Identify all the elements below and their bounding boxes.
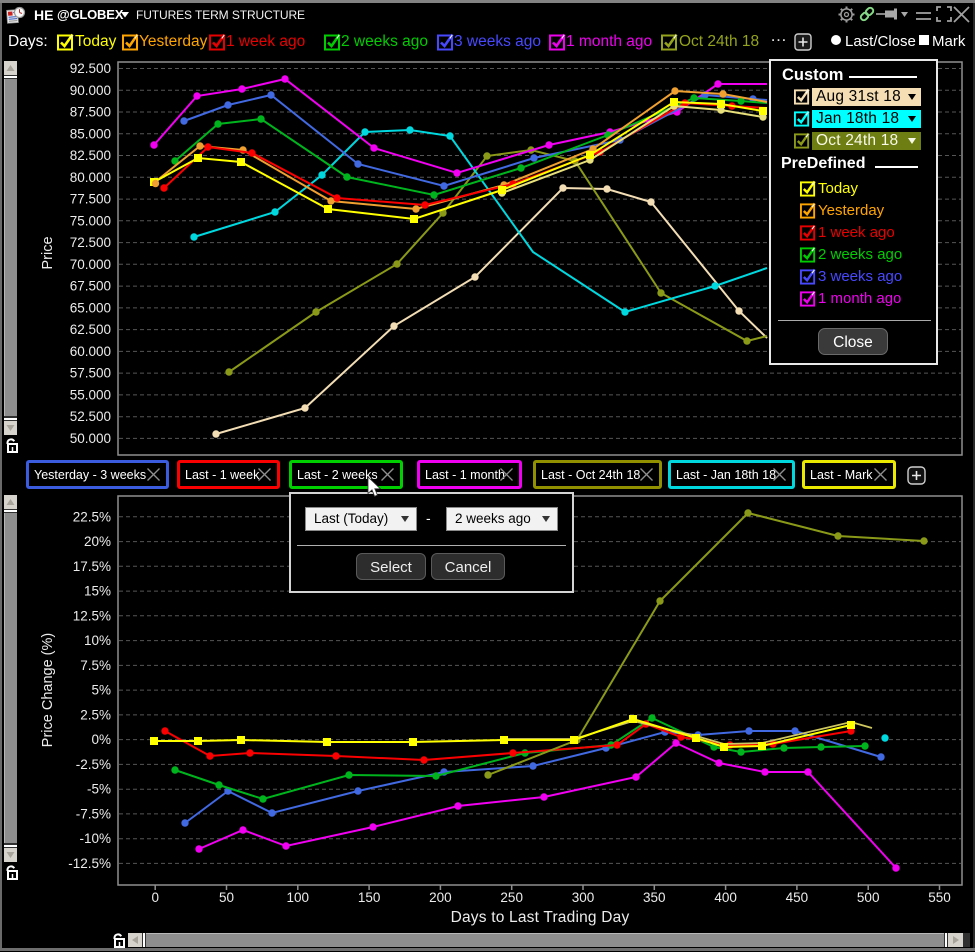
svg-text:Price: Price xyxy=(40,236,56,269)
svg-text:72.500: 72.500 xyxy=(70,235,111,250)
svg-text:65.000: 65.000 xyxy=(70,300,111,315)
svg-text:2.5%: 2.5% xyxy=(80,707,111,722)
svg-text:67.500: 67.500 xyxy=(70,279,111,294)
svg-text:350: 350 xyxy=(643,890,666,905)
svg-text:300: 300 xyxy=(572,890,595,905)
svg-text:5%: 5% xyxy=(91,683,111,698)
svg-text:90.000: 90.000 xyxy=(70,83,111,98)
svg-text:52.500: 52.500 xyxy=(70,409,111,424)
svg-text:-12.5%: -12.5% xyxy=(68,856,111,871)
svg-text:57.500: 57.500 xyxy=(70,366,111,381)
svg-text:15%: 15% xyxy=(84,584,111,599)
svg-text:12.5%: 12.5% xyxy=(73,608,111,623)
svg-text:62.500: 62.500 xyxy=(70,322,111,337)
svg-text:450: 450 xyxy=(786,890,809,905)
svg-text:60.000: 60.000 xyxy=(70,344,111,359)
svg-text:Price Change (%): Price Change (%) xyxy=(40,633,56,747)
svg-text:-7.5%: -7.5% xyxy=(76,806,111,821)
svg-text:0%: 0% xyxy=(91,732,111,747)
svg-text:7.5%: 7.5% xyxy=(80,658,111,673)
svg-text:100: 100 xyxy=(287,890,310,905)
svg-text:92.500: 92.500 xyxy=(70,61,111,76)
svg-text:200: 200 xyxy=(429,890,452,905)
svg-text:50.000: 50.000 xyxy=(70,431,111,446)
svg-text:400: 400 xyxy=(714,890,737,905)
svg-text:0: 0 xyxy=(151,890,159,905)
svg-text:Days to Last Trading Day: Days to Last Trading Day xyxy=(451,909,630,926)
svg-text:17.5%: 17.5% xyxy=(73,559,111,574)
svg-text:-2.5%: -2.5% xyxy=(76,757,111,772)
svg-text:85.000: 85.000 xyxy=(70,126,111,141)
svg-text:500: 500 xyxy=(857,890,880,905)
svg-text:75.000: 75.000 xyxy=(70,213,111,228)
svg-text:55.000: 55.000 xyxy=(70,387,111,402)
svg-text:250: 250 xyxy=(500,890,523,905)
svg-text:150: 150 xyxy=(358,890,381,905)
svg-text:550: 550 xyxy=(928,890,951,905)
svg-text:80.000: 80.000 xyxy=(70,170,111,185)
svg-text:-10%: -10% xyxy=(79,831,111,846)
svg-text:-5%: -5% xyxy=(87,782,111,797)
svg-text:82.500: 82.500 xyxy=(70,148,111,163)
svg-text:87.500: 87.500 xyxy=(70,105,111,120)
svg-text:20%: 20% xyxy=(84,534,111,549)
svg-text:22.5%: 22.5% xyxy=(73,509,111,524)
svg-text:10%: 10% xyxy=(84,633,111,648)
svg-text:70.000: 70.000 xyxy=(70,257,111,272)
svg-text:50: 50 xyxy=(219,890,234,905)
svg-text:77.500: 77.500 xyxy=(70,192,111,207)
